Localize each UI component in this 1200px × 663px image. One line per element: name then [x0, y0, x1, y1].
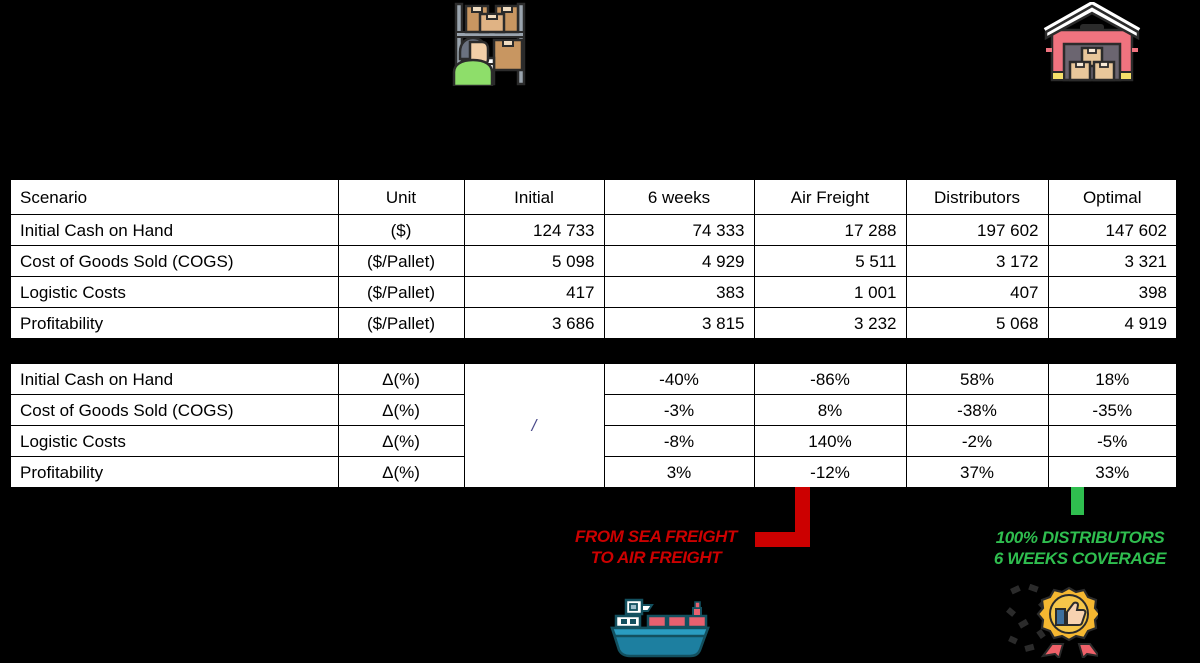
- row-label: Cost of Goods Sold (COGS): [11, 245, 339, 277]
- cell-distributors: 37%: [905, 456, 1049, 487]
- cell-initial: 5 098: [463, 245, 605, 277]
- cargo-ship-glyph: [610, 598, 710, 658]
- warehouse-building-icon: [1042, 0, 1142, 86]
- cell-optimal: 398: [1047, 276, 1176, 308]
- cell-distributors: 197 602: [905, 214, 1049, 246]
- cell-air-freight: 5 511: [753, 245, 907, 277]
- cell-optimal: 33%: [1047, 456, 1176, 487]
- air-freight-annotation-line2: TO AIR FREIGHT: [590, 548, 722, 567]
- scenario-table-grid: Scenario Unit Initial 6 weeks Air Freigh…: [11, 179, 1176, 338]
- row-label: Initial Cash on Hand: [11, 364, 339, 395]
- cell-6-weeks: -40%: [603, 364, 755, 395]
- row-unit: ($): [337, 214, 465, 246]
- table-row: Profitability ($/Pallet) 3 686 3 815 3 2…: [11, 307, 1176, 338]
- air-freight-annotation-line1: FROM SEA FREIGHT: [574, 527, 738, 546]
- cargo-ship-icon: [606, 596, 714, 658]
- cell-optimal: -35%: [1047, 394, 1176, 426]
- cell-optimal: 4 919: [1047, 307, 1176, 338]
- row-unit: Δ(%): [337, 394, 465, 426]
- distributors-annotation-line1: 100% DISTRIBUTORS: [995, 528, 1165, 547]
- cell-air-freight: 3 232: [753, 307, 907, 338]
- table-row: Initial Cash on Hand Δ(%) / -40% -86% 58…: [11, 364, 1176, 488]
- row-label: Initial Cash on Hand: [11, 214, 339, 246]
- table-header-row: Scenario Unit Initial 6 weeks Air Freigh…: [11, 179, 1176, 215]
- row-unit: Δ(%): [337, 456, 465, 487]
- cell-6-weeks: 4 929: [603, 245, 755, 277]
- header-optimal: Optimal: [1047, 179, 1176, 215]
- warehouse-building-glyph: [1043, 0, 1141, 82]
- row-unit: ($/Pallet): [337, 276, 465, 308]
- cell-distributors: -38%: [905, 394, 1049, 426]
- distributors-annotation-line2: 6 WEEKS COVERAGE: [993, 549, 1167, 568]
- table-row: Cost of Goods Sold (COGS) ($/Pallet) 5 0…: [11, 245, 1176, 277]
- row-label: Logistic Costs: [11, 276, 339, 308]
- row-label: Logistic Costs: [11, 425, 339, 457]
- cell-air-freight: 8%: [753, 394, 907, 426]
- row-unit: ($/Pallet): [337, 245, 465, 277]
- cell-initial: 124 733: [463, 214, 605, 246]
- warehouse-worker-icon: [440, 2, 540, 88]
- air-freight-annotation: FROM SEA FREIGHT TO AIR FREIGHT: [556, 526, 756, 568]
- cell-air-freight: -12%: [753, 456, 907, 487]
- cell-distributors: 5 068: [905, 307, 1049, 338]
- header-distributors: Distributors: [905, 179, 1049, 215]
- cell-distributors: 3 172: [905, 245, 1049, 277]
- cell-optimal: 147 602: [1047, 214, 1176, 246]
- scenario-delta-table: Initial Cash on Hand Δ(%) / -40% -86% 58…: [8, 361, 1176, 488]
- cell-optimal: -5%: [1047, 425, 1176, 457]
- cell-6-weeks: 383: [603, 276, 755, 308]
- award-badge-icon: [1006, 583, 1102, 660]
- distributors-annotation: 100% DISTRIBUTORS 6 WEEKS COVERAGE: [962, 527, 1198, 569]
- cell-distributors: -2%: [905, 425, 1049, 457]
- cell-6-weeks: 3%: [603, 456, 755, 487]
- distributors-connector-stub: [1071, 487, 1084, 515]
- header-air-freight: Air Freight: [753, 179, 907, 215]
- cell-distributors: 407: [905, 276, 1049, 308]
- cell-optimal: 18%: [1047, 364, 1176, 395]
- table-row: Initial Cash on Hand ($) 124 733 74 333 …: [11, 214, 1176, 246]
- cell-initial: 417: [463, 276, 605, 308]
- cell-6-weeks: 74 333: [603, 214, 755, 246]
- cell-initial-na: /: [463, 364, 605, 488]
- row-label: Profitability: [11, 456, 339, 487]
- row-unit: Δ(%): [337, 364, 465, 395]
- table-row: Logistic Costs ($/Pallet) 417 383 1 001 …: [11, 276, 1176, 308]
- cell-6-weeks: -3%: [603, 394, 755, 426]
- header-initial: Initial: [463, 179, 605, 215]
- header-unit: Unit: [337, 179, 465, 215]
- warehouse-worker-glyph: [452, 2, 526, 88]
- cell-air-freight: -86%: [753, 364, 907, 395]
- cell-air-freight: 1 001: [753, 276, 907, 308]
- scenario-comparison-table: Scenario Unit Initial 6 weeks Air Freigh…: [8, 176, 1176, 341]
- cell-distributors: 58%: [905, 364, 1049, 395]
- header-scenario: Scenario: [11, 179, 339, 215]
- air-freight-connector-horizontal: [755, 532, 810, 547]
- row-unit: Δ(%): [337, 425, 465, 457]
- cell-air-freight: 140%: [753, 425, 907, 457]
- row-label: Cost of Goods Sold (COGS): [11, 394, 339, 426]
- row-unit: ($/Pallet): [337, 307, 465, 338]
- cell-air-freight: 17 288: [753, 214, 907, 246]
- delta-table-grid: Initial Cash on Hand Δ(%) / -40% -86% 58…: [11, 364, 1176, 488]
- header-6-weeks: 6 weeks: [603, 179, 755, 215]
- row-label: Profitability: [11, 307, 339, 338]
- cell-6-weeks: 3 815: [603, 307, 755, 338]
- cell-optimal: 3 321: [1047, 245, 1176, 277]
- award-badge-glyph: [1006, 583, 1102, 660]
- cell-6-weeks: -8%: [603, 425, 755, 457]
- cell-initial: 3 686: [463, 307, 605, 338]
